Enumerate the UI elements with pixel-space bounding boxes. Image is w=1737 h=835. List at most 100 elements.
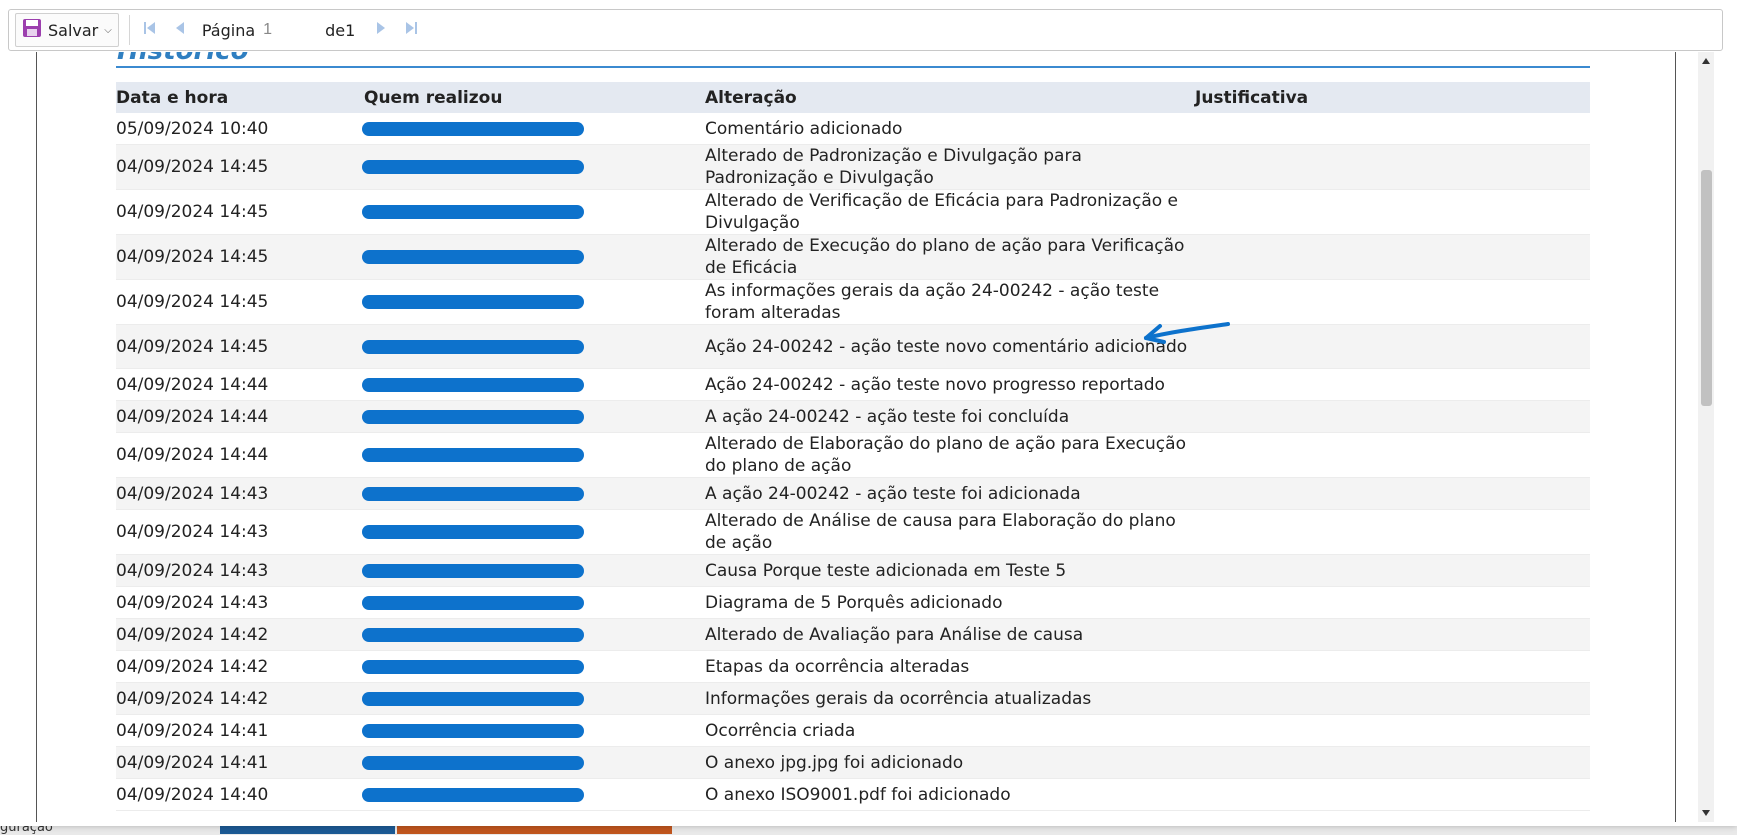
cell-user xyxy=(362,714,705,747)
table-row: 04/09/2024 14:45 Alterado de Verificação… xyxy=(116,189,1590,235)
cell-change: Alterado de Avaliação para Análise de ca… xyxy=(705,618,1195,651)
toolbar-separator xyxy=(128,15,130,45)
cell-justification xyxy=(1195,234,1590,280)
redaction-mark xyxy=(362,525,584,539)
page-number-input[interactable] xyxy=(261,18,326,42)
cell-date: 04/09/2024 14:42 xyxy=(116,618,364,651)
cell-date: 04/09/2024 14:45 xyxy=(116,279,364,325)
cell-justification xyxy=(1195,586,1590,619)
cell-justification xyxy=(1195,477,1590,510)
scroll-down-icon[interactable] xyxy=(1698,804,1714,822)
cell-user xyxy=(362,432,705,478)
cell-date: 04/09/2024 14:43 xyxy=(116,586,364,619)
redaction-mark xyxy=(362,448,584,462)
cell-justification xyxy=(1195,746,1590,779)
cell-change: Diagrama de 5 Porquês adicionado xyxy=(705,586,1195,619)
cell-change: Ação 24-00242 - ação teste novo progress… xyxy=(705,368,1195,401)
redaction-mark xyxy=(362,787,584,802)
cell-user xyxy=(362,477,705,510)
page-label: Página xyxy=(201,20,256,40)
table-row: 04/09/2024 14:44 A ação 24-00242 - ação … xyxy=(116,400,1590,433)
redaction-mark xyxy=(362,723,584,738)
redaction-mark xyxy=(362,563,584,578)
redaction-mark xyxy=(362,205,584,219)
redaction-mark xyxy=(362,755,584,770)
first-page-button[interactable] xyxy=(138,16,162,44)
table-row: 04/09/2024 14:43 A ação 24-00242 - ação … xyxy=(116,477,1590,510)
table-row: 04/09/2024 14:40 O anexo ISO9001.pdf foi… xyxy=(116,778,1590,811)
report-toolbar: Salvar ⌵ Página de1 xyxy=(8,9,1723,51)
cell-change: Alterado de Padronização e Divulgação pa… xyxy=(705,144,1195,190)
cell-user xyxy=(362,586,705,619)
prev-page-button[interactable] xyxy=(168,16,192,44)
page-total: de1 xyxy=(325,20,356,40)
report-viewer: Salvar ⌵ Página de1 Históric xyxy=(0,0,1737,826)
redaction-mark xyxy=(362,691,584,706)
cell-date: 04/09/2024 14:45 xyxy=(116,324,364,369)
table-row: 04/09/2024 14:44 Alterado de Elaboração … xyxy=(116,432,1590,478)
cell-user xyxy=(362,682,705,715)
cell-change: Alterado de Elaboração do plano de ação … xyxy=(705,432,1195,478)
cell-change: Etapas da ocorrência alteradas xyxy=(705,650,1195,683)
scroll-up-icon[interactable] xyxy=(1698,52,1714,70)
cell-user xyxy=(362,554,705,587)
cell-date: 04/09/2024 14:45 xyxy=(116,144,364,190)
cell-user xyxy=(362,400,705,433)
scrollbar-thumb[interactable] xyxy=(1701,170,1712,406)
background-tab-blue xyxy=(220,826,395,834)
section-title: Histórico xyxy=(117,52,248,66)
cell-justification xyxy=(1195,279,1590,325)
cell-change: A ação 24-00242 - ação teste foi concluí… xyxy=(705,400,1195,433)
vertical-scrollbar[interactable] xyxy=(1698,52,1714,822)
cell-change: Alterado de Verificação de Eficácia para… xyxy=(705,189,1195,235)
chevron-down-icon[interactable]: ⌵ xyxy=(104,25,112,36)
cell-change: Ação 24-00242 - ação teste novo comentár… xyxy=(705,324,1195,369)
cell-date: 04/09/2024 14:43 xyxy=(116,554,364,587)
redaction-mark xyxy=(362,486,584,501)
redaction-mark xyxy=(362,627,584,642)
table-row: 04/09/2024 14:45 Alterado de Execução do… xyxy=(116,234,1590,280)
last-page-button[interactable] xyxy=(399,16,423,44)
table-row: 04/09/2024 14:43 Diagrama de 5 Porquês a… xyxy=(116,586,1590,619)
background-tab-orange xyxy=(397,826,672,834)
save-button[interactable]: Salvar ⌵ xyxy=(15,13,119,47)
cell-justification xyxy=(1195,682,1590,715)
table-row: 05/09/2024 10:40 Comentário adicionado xyxy=(116,113,1590,145)
cell-justification xyxy=(1195,650,1590,683)
cell-change: Comentário adicionado xyxy=(705,113,1195,145)
cell-justification xyxy=(1195,113,1590,145)
next-page-button[interactable] xyxy=(369,16,393,44)
cell-justification xyxy=(1195,618,1590,651)
cell-justification xyxy=(1195,144,1590,190)
cell-change: Ocorrência criada xyxy=(705,714,1195,747)
redaction-mark xyxy=(362,409,584,424)
cell-change: O anexo ISO9001.pdf foi adicionado xyxy=(705,778,1195,811)
cell-justification xyxy=(1195,714,1590,747)
cell-date: 04/09/2024 14:43 xyxy=(116,509,364,555)
next-page-icon xyxy=(375,20,387,40)
save-icon xyxy=(22,18,42,42)
cell-justification xyxy=(1195,189,1590,235)
table-header-row: Data e hora Quem realizou Alteração Just… xyxy=(116,82,1590,113)
cell-user xyxy=(362,189,705,235)
cell-date: 04/09/2024 14:40 xyxy=(116,778,364,811)
redaction-mark xyxy=(362,377,584,392)
cell-date: 04/09/2024 14:41 xyxy=(116,714,364,747)
redaction-mark xyxy=(362,295,584,309)
cell-user xyxy=(362,650,705,683)
cell-date: 04/09/2024 14:42 xyxy=(116,682,364,715)
first-page-icon xyxy=(143,20,157,40)
redaction-mark xyxy=(362,595,584,610)
cell-user xyxy=(362,778,705,811)
cell-user xyxy=(362,368,705,401)
last-page-icon xyxy=(404,20,418,40)
header-change: Alteração xyxy=(705,82,1195,113)
redaction-mark xyxy=(362,659,584,674)
save-label: Salvar xyxy=(48,20,99,40)
cell-justification xyxy=(1195,509,1590,555)
cell-date: 05/09/2024 10:40 xyxy=(116,113,364,145)
table-row: 04/09/2024 14:43 Alterado de Análise de … xyxy=(116,509,1590,555)
cell-user xyxy=(362,324,705,369)
cell-date: 04/09/2024 14:41 xyxy=(116,746,364,779)
cell-user xyxy=(362,234,705,280)
